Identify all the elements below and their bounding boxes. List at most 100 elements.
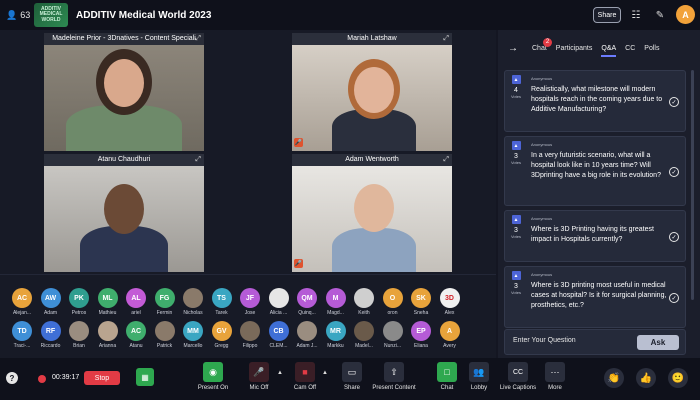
ask-question-box: Enter Your Question Ask [504, 329, 686, 355]
camera-options-chevron-icon[interactable]: ▲ [322, 370, 328, 376]
participant-item[interactable]: PK Petros [67, 288, 91, 316]
participant-item[interactable]: AC Alejan... [10, 288, 34, 316]
tab-cc[interactable]: CC [625, 45, 635, 52]
video-tile[interactable]: Madeleine Prior - 3Dnatives - Content Sp… [44, 33, 204, 151]
participant-avatar: AL [126, 288, 146, 308]
participant-name: Markku [327, 343, 344, 349]
layout-grid-icon[interactable]: ▦ [136, 368, 154, 386]
expand-icon[interactable]: ⤢ [195, 35, 201, 43]
mark-answered-check-icon[interactable]: ✓ [669, 232, 679, 242]
participant-item[interactable]: TD Traci-... [10, 321, 34, 349]
camera-button[interactable]: ■ Cam Off [292, 362, 318, 391]
participant-item[interactable]: GV Gregg [210, 321, 234, 349]
participant-item[interactable]: ML Mathieu [96, 288, 120, 316]
stop-recording-button[interactable]: Stop [84, 371, 120, 385]
upvote-button[interactable]: ▲ [511, 141, 521, 150]
participant-item[interactable]: MR Markku [324, 321, 348, 349]
upvote-button[interactable]: ▲ [511, 75, 521, 84]
lobby-button[interactable]: 👥 Lobby [468, 362, 490, 391]
participant-item[interactable]: Ooron [381, 288, 405, 316]
participant-item[interactable]: AL ariel [124, 288, 148, 316]
question-text: Where is 3D Printing having its greatest… [531, 226, 654, 243]
participant-item[interactable]: RF Riccardo [39, 321, 63, 349]
participant-item[interactable]: Nicholas [181, 288, 205, 316]
collapse-arrow-icon[interactable]: → [506, 41, 520, 55]
more-button[interactable]: ⋯ More [544, 362, 566, 391]
question-author: Anonymous [531, 216, 553, 221]
participant-item[interactable]: Alicia ... [267, 288, 291, 316]
video-feed: 🎤 [292, 166, 452, 272]
video-tile[interactable]: Atanu Chaudhuri ⤢ [44, 154, 204, 272]
people-icon: 👤 [6, 9, 18, 20]
participant-item[interactable]: FG Fermin [153, 288, 177, 316]
participant-item[interactable]: Madel... [352, 321, 376, 349]
share-screen-button[interactable]: ▭ Share [340, 362, 364, 391]
participant-name: Petros [71, 310, 87, 316]
participant-count[interactable]: 👤 63 [6, 10, 32, 21]
participant-item[interactable]: MM Marcello [181, 321, 205, 349]
participant-item[interactable]: AC Atanu [124, 321, 148, 349]
question-author: Anonymous [531, 76, 553, 81]
participant-item[interactable]: Adam J... [295, 321, 319, 349]
thumbs-up-reaction-icon[interactable]: 👍 [636, 368, 656, 388]
tab-polls[interactable]: Polls [644, 45, 659, 52]
upvote-button[interactable]: ▲ [511, 215, 521, 224]
participant-name: Marcello [183, 343, 203, 349]
mark-answered-check-icon[interactable]: ✓ [669, 97, 679, 107]
mark-answered-check-icon[interactable]: ✓ [669, 293, 679, 303]
participant-name: Filippo [242, 343, 258, 349]
person-face [354, 184, 394, 232]
participant-item[interactable]: Keith [352, 288, 376, 316]
question-input[interactable]: Enter Your Question [513, 337, 576, 344]
present-on-button[interactable]: ◉ Present On [196, 362, 230, 391]
participant-item[interactable]: TS Tarek [210, 288, 234, 316]
participant-item[interactable]: AW Adam [39, 288, 63, 316]
tab-participants[interactable]: Participants [556, 45, 593, 52]
chat-button[interactable]: □ Chat [436, 362, 458, 391]
present-content-button[interactable]: ⇧ Present Content [372, 362, 416, 391]
video-tile[interactable]: Mariah Latshaw ⤢ 🎤 [292, 33, 452, 151]
tab-chat[interactable]: Chat 2 [532, 37, 552, 52]
expand-icon[interactable]: ⤢ [443, 156, 449, 164]
question-text: In a very futuristic scenario, what will… [531, 152, 661, 179]
video-tile[interactable]: Adam Wentworth ⤢ 🎤 [292, 154, 452, 272]
participant-item[interactable]: A Avery [438, 321, 462, 349]
ask-button[interactable]: Ask [637, 335, 679, 350]
participant-item[interactable]: Patrick [153, 321, 177, 349]
participant-item[interactable]: Brian [67, 321, 91, 349]
mark-answered-check-icon[interactable]: ✓ [669, 167, 679, 177]
participant-item[interactable]: SK Sneha [409, 288, 433, 316]
participant-avatar [382, 321, 403, 341]
participant-item[interactable]: Nunzi... [381, 321, 405, 349]
participant-name: Alex [444, 310, 455, 316]
participant-item[interactable]: 3D Alex [438, 288, 462, 316]
user-avatar[interactable]: A [676, 5, 695, 24]
participant-item[interactable]: Arianna [96, 321, 120, 349]
mic-options-chevron-icon[interactable]: ▲ [277, 370, 283, 376]
qa-scrollbar[interactable] [691, 70, 694, 300]
participant-item[interactable]: CB CLEM... [267, 321, 291, 349]
upvote-button[interactable]: ▲ [511, 271, 521, 280]
live-captions-button[interactable]: CC Live Captions [498, 362, 538, 391]
clap-reaction-icon[interactable]: 👏 [604, 368, 624, 388]
participant-name: Alicia ... [269, 310, 288, 316]
person-face [354, 67, 394, 113]
expand-icon[interactable]: ⤢ [195, 156, 201, 164]
expand-icon[interactable]: ⤢ [443, 35, 449, 43]
smile-reaction-icon[interactable]: 🙂 [668, 368, 688, 388]
participant-item[interactable]: QM Quinq... [295, 288, 319, 316]
share-screen-icon: ▭ [342, 362, 362, 382]
participant-item[interactable]: JF Jose [238, 288, 262, 316]
pencil-icon[interactable]: ✎ [653, 8, 667, 22]
share-button[interactable]: Share [593, 7, 621, 23]
participant-item[interactable]: M Magd... [324, 288, 348, 316]
help-icon[interactable]: ? [6, 372, 18, 384]
participant-item[interactable]: Filippo [238, 321, 262, 349]
participant-item[interactable]: EP Eliana [409, 321, 433, 349]
tab-qa[interactable]: Q&A [601, 45, 616, 57]
participant-avatar [354, 321, 374, 341]
participant-name: Nunzi... [384, 343, 401, 349]
panel-tabs: → Chat 2 Participants Q&A CC Polls [498, 30, 700, 66]
translate-icon[interactable]: ☷ [629, 8, 643, 22]
mic-button[interactable]: 🎤 Mic Off [246, 362, 272, 391]
